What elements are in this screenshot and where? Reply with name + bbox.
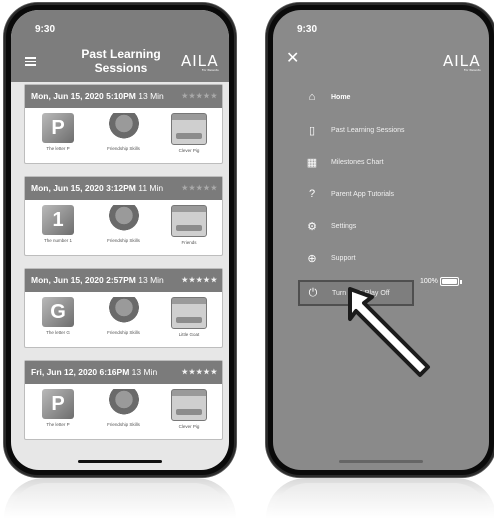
menu-item-support[interactable]: ⊕ Support [305, 247, 356, 269]
letter-card-thumbnail: 1 [42, 205, 74, 235]
session-duration: 13 Min [138, 91, 164, 101]
letter-card-thumbnail: G [42, 297, 74, 327]
side-menu-screen: 9:30 ✕ AILA For Parents ⌂ Home ▯ Past Learni… [273, 10, 489, 470]
menu-item-label: Milestones Chart [331, 158, 384, 166]
home-indicator[interactable] [78, 460, 162, 463]
status-time: 9:30 [35, 24, 56, 35]
session-activity[interactable]: Friendship Skills [99, 389, 149, 429]
monkey-character-thumbnail [108, 297, 139, 327]
session-card[interactable]: Mon, Jun 15, 2020 2:57PM 13 Min ★★★★★ G The… [24, 268, 223, 348]
past-sessions-screen: 9:30 Past Learning Sessions AILA For Pare… [11, 10, 229, 470]
close-icon[interactable]: ✕ [286, 48, 299, 68]
menu-item-parent-app-tutorials[interactable]: ? Parent App Tutorials [305, 183, 394, 205]
activity-label: Friends [181, 240, 197, 245]
left-phone-reflection [4, 478, 236, 519]
activity-label: Clever Pig [178, 424, 200, 429]
session-activity[interactable]: Friends [164, 205, 214, 245]
session-date: Mon, Jun 15, 2020 2:57PM [31, 275, 136, 285]
monkey-character-thumbnail [108, 389, 139, 419]
session-header: Mon, Jun 15, 2020 3:12PM 11 Min ★★★★★ [25, 177, 222, 200]
session-card[interactable]: Mon, Jun 15, 2020 3:12PM 11 Min ★★★★★ 1 The… [24, 176, 223, 256]
rating-stars-icon: ★★★★★ [181, 93, 218, 100]
activity-label: Clever Pig [178, 148, 200, 153]
aila-logo: AILA For Parents [181, 52, 219, 72]
page-title: Past Learning Sessions [81, 47, 161, 75]
menu-item-label: Past Learning Sessions [331, 126, 405, 134]
battery-percent: 100% [420, 278, 438, 285]
home-indicator[interactable] [339, 460, 423, 463]
menu-item-settings[interactable]: ⚙ Settings [305, 215, 356, 237]
session-activity[interactable]: Clever Pig [164, 389, 214, 429]
power-icon: ⏻ [308, 286, 318, 299]
menu-item-label: Settings [331, 222, 357, 230]
session-duration: 11 Min [138, 183, 164, 193]
help-circle-icon: ? [308, 188, 316, 200]
rating-stars-icon: ★★★★★ [181, 369, 218, 376]
session-card[interactable]: Fri, Jun 12, 2020 6:16PM 13 Min ★★★★★ P The… [24, 360, 223, 440]
session-date: Fri, Jun 12, 2020 6:16PM [31, 367, 130, 377]
pointer-arrow-icon [348, 287, 430, 377]
rating-stars-icon: ★★★★★ [181, 277, 218, 284]
menu-item-home[interactable]: ⌂ Home [305, 86, 351, 108]
right-phone-frame: 9:30 ✕ AILA For Parents ⌂ Home ▯ Past Learni… [266, 3, 494, 477]
aila-logo: AILA For Parents [443, 52, 481, 72]
menu-item-past-learning-sessions[interactable]: ▯ Past Learning Sessions [305, 119, 405, 141]
app-header: 9:30 Past Learning Sessions AILA For Pare… [11, 10, 229, 82]
activity-label: Little Goat [178, 332, 200, 337]
battery-icon [439, 277, 459, 286]
session-header: Fri, Jun 12, 2020 6:16PM 13 Min ★★★★★ [25, 361, 222, 384]
activity-label: The letter P [46, 146, 70, 151]
session-activity[interactable]: 1 The number 1 [33, 205, 83, 245]
session-activity[interactable]: Friendship Skills [99, 297, 149, 337]
session-activity[interactable]: P The letter P [33, 389, 83, 429]
letter-card-thumbnail: P [42, 113, 74, 143]
activity-label: The number 1 [43, 238, 72, 243]
activity-label: The letter G [46, 330, 70, 335]
left-phone-frame: 9:30 Past Learning Sessions AILA For Pare… [4, 3, 236, 477]
activity-label: Friendship Skills [107, 330, 140, 335]
gear-icon: ⚙ [307, 220, 317, 233]
session-activity[interactable]: G The letter G [33, 297, 83, 337]
rating-stars-icon: ★★★★★ [181, 185, 218, 192]
letter-card-thumbnail: P [42, 389, 74, 419]
lifebuoy-icon: ⊕ [307, 252, 317, 265]
activity-label: Friendship Skills [107, 146, 140, 151]
session-date: Mon, Jun 15, 2020 3:12PM [31, 183, 136, 193]
session-activity[interactable]: Friendship Skills [99, 205, 149, 245]
session-activity[interactable]: P The letter P [33, 113, 83, 153]
home-icon: ⌂ [308, 91, 316, 103]
storybook-thumbnail [171, 389, 207, 421]
session-activity[interactable]: Clever Pig [164, 113, 214, 153]
session-date: Mon, Jun 15, 2020 5:10PM [31, 91, 136, 101]
activity-label: Friendship Skills [107, 238, 140, 243]
menu-item-label: Support [331, 254, 356, 262]
session-activity[interactable]: Little Goat [164, 297, 214, 337]
status-time: 9:30 [297, 24, 318, 35]
session-header: Mon, Jun 15, 2020 2:57PM 13 Min ★★★★★ [25, 269, 222, 292]
right-phone-reflection [266, 478, 494, 519]
storybook-thumbnail [171, 205, 207, 237]
menu-item-label: Parent App Tutorials [331, 190, 395, 198]
clipboard-icon: ▯ [308, 124, 316, 137]
activity-label: The letter P [46, 422, 70, 427]
session-duration: 13 Min [131, 367, 158, 377]
chart-icon: ▦ [306, 156, 318, 169]
session-header: Mon, Jun 15, 2020 5:10PM 13 Min ★★★★★ [25, 85, 222, 108]
session-duration: 13 Min [138, 275, 164, 285]
session-card[interactable]: Mon, Jun 15, 2020 5:10PM 13 Min ★★★★★ P The… [24, 84, 223, 164]
session-activity[interactable]: Friendship Skills [99, 113, 149, 153]
monkey-character-thumbnail [108, 113, 139, 143]
menu-item-milestones-chart[interactable]: ▦ Milestones Chart [305, 151, 384, 173]
menu-item-label: Home [331, 93, 351, 101]
monkey-character-thumbnail [108, 205, 139, 235]
storybook-thumbnail [171, 297, 207, 329]
activity-label: Friendship Skills [107, 422, 140, 427]
storybook-thumbnail [171, 113, 207, 145]
menu-icon[interactable] [25, 57, 36, 66]
